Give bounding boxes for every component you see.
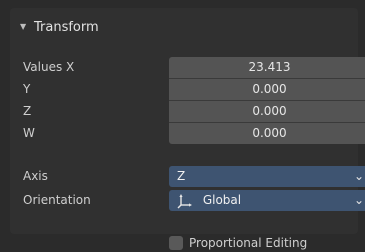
values-x-label: Values X [23,60,75,74]
chevron-down-icon: ⌄ [353,169,364,183]
transform-axes-icon [177,193,193,209]
axis-value: Z [177,169,186,183]
value-w-field[interactable]: 0.000 [169,123,365,144]
panel-header[interactable]: ▼ Transform [20,17,99,37]
orientation-dropdown[interactable]: Global ⌄ [169,190,365,211]
values-y-label: Y [23,82,31,96]
proportional-editing-checkbox[interactable] [169,236,183,250]
orientation-value: Global [202,193,242,207]
panel-title: Transform [34,19,99,35]
values-w-label: W [23,126,35,140]
chevron-down-icon: ⌄ [353,193,364,207]
transform-panel: ▼ Transform Values X Y Z W 23.413 0.000 … [10,8,365,250]
values-z-label: Z [23,104,32,118]
value-y-field[interactable]: 0.000 [169,79,365,100]
value-x-field[interactable]: 23.413 [169,57,365,78]
proportional-editing-option[interactable]: Proportional Editing [169,234,307,252]
proportional-editing-label: Proportional Editing [189,236,308,250]
value-z-field[interactable]: 0.000 [169,101,365,122]
orientation-label: Orientation [23,193,91,207]
triangle-down-icon[interactable]: ▼ [20,23,28,31]
axis-label: Axis [23,169,48,183]
axis-dropdown[interactable]: Z ⌄ [169,166,365,187]
